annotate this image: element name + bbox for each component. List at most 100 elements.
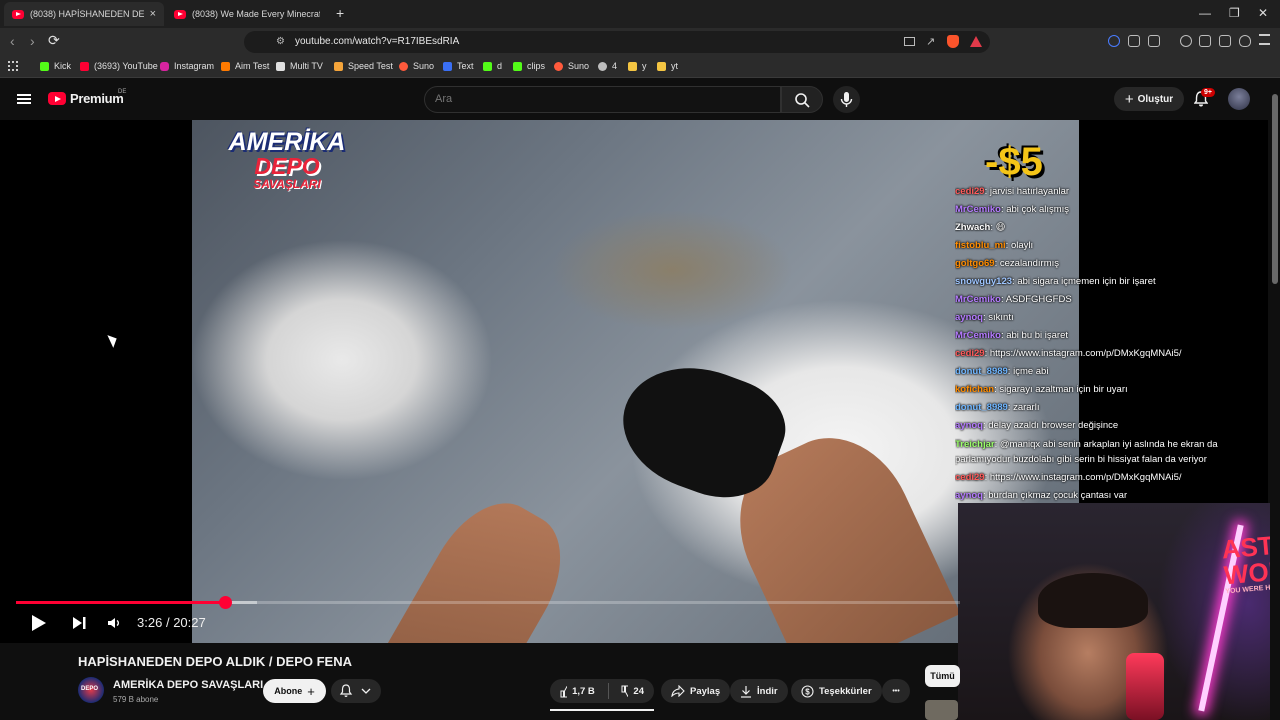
search-box[interactable] — [424, 86, 781, 113]
chat-text: içme abi — [1013, 366, 1049, 377]
chat-text: cezalandırmış — [999, 258, 1060, 269]
chat-username: MrCemiko — [955, 294, 1001, 305]
thumbs-down-icon[interactable] — [621, 685, 629, 698]
bookmark-item[interactable]: Multi TV — [276, 61, 323, 71]
extension-icon[interactable] — [1148, 35, 1160, 47]
close-window-button[interactable]: ✕ — [1258, 6, 1268, 20]
next-button[interactable] — [72, 616, 88, 630]
site-info-icon[interactable]: ⚙ — [276, 36, 285, 47]
bookmark-item[interactable]: Suno — [554, 61, 589, 71]
chat-message: kofichan: sigarayı azaltman için bir uya… — [955, 381, 1255, 399]
channel-name[interactable]: AMERİKA DEPO SAVAŞLARI — [113, 679, 263, 691]
chat-username: Zhwach — [955, 222, 991, 233]
bookmark-item[interactable]: Text — [443, 61, 474, 71]
more-actions-button[interactable]: ••• — [882, 679, 910, 703]
search-input[interactable] — [435, 93, 755, 105]
chat-username: Treichjar — [955, 439, 995, 450]
play-button[interactable] — [31, 614, 47, 632]
bookmark-item[interactable]: Suno — [399, 61, 434, 71]
share-icon[interactable]: ↗ — [926, 35, 935, 48]
page-scrollbar[interactable] — [1270, 82, 1280, 720]
bookmark-folder[interactable]: y — [628, 61, 647, 71]
account-avatar[interactable] — [1228, 88, 1250, 110]
svg-text:$: $ — [805, 687, 810, 696]
bookmark-item[interactable]: Speed Test — [334, 61, 393, 71]
guide-menu-icon[interactable] — [17, 94, 31, 104]
bookmark-label: Speed Test — [348, 61, 393, 71]
notification-preference-button[interactable] — [331, 679, 381, 703]
apps-grid-icon[interactable] — [8, 61, 18, 71]
chat-text: https://www.instagram.com/p/DMxKgqMNAi5/ — [989, 348, 1182, 359]
channel-avatar[interactable]: DEPO — [78, 677, 104, 703]
new-tab-button[interactable]: + — [336, 5, 344, 21]
scrubber-handle[interactable] — [218, 596, 232, 609]
subscribe-button[interactable]: Abone + — [263, 679, 326, 703]
suno-icon — [554, 61, 563, 71]
like-count[interactable]: 1,7 B — [572, 686, 595, 697]
subscribe-label: Abone — [274, 686, 303, 696]
bookmark-folder[interactable]: yt — [657, 61, 678, 71]
bookmark-item[interactable]: (3693) YouTube — [80, 61, 158, 71]
chat-text: abi çok alışmış — [1006, 204, 1070, 215]
current-time: 3:26 — [137, 615, 163, 630]
address-bar[interactable]: ⚙ youtube.com/watch?v=R17IBEsdRIA ↗ — [244, 31, 990, 53]
sidebar-icon[interactable] — [1199, 35, 1211, 47]
bookmark-item[interactable]: Aim Test — [221, 61, 269, 71]
chat-message: aynoq: sıkıntı — [955, 309, 1255, 327]
tab-close-icon[interactable]: × — [150, 8, 156, 20]
restore-button[interactable]: ❐ — [1229, 6, 1240, 20]
chat-message: donut_8989: içme abi — [955, 363, 1255, 381]
dislike-count: 24 — [633, 685, 644, 697]
menu-icon[interactable] — [1259, 34, 1270, 45]
chat-message: goltgo69: cezalandırmış — [955, 255, 1255, 273]
chat-text: zararlı — [1013, 402, 1040, 413]
bookmark-label: Kick — [54, 61, 72, 71]
recommended-thumbnail[interactable] — [925, 700, 958, 720]
brave-shields-icon[interactable] — [947, 35, 959, 48]
streamer-hair — [1038, 573, 1148, 628]
youtube-logo-icon[interactable] — [48, 92, 66, 105]
reload-icon[interactable]: ⟳ — [48, 32, 60, 49]
cast-icon[interactable] — [904, 37, 915, 46]
chat-username: donut_8989 — [955, 366, 1008, 377]
scrollbar-thumb[interactable] — [1272, 94, 1278, 284]
url-text: youtube.com/watch?v=R17IBEsdRIA — [295, 36, 460, 47]
extensions-icon[interactable] — [1128, 35, 1140, 47]
video-frame[interactable]: AMERİKA DEPO SAVAŞLARI — [192, 120, 1079, 643]
bookmark-item[interactable]: 4 — [598, 61, 617, 71]
thanks-button[interactable]: $ Teşekkürler — [791, 679, 882, 703]
chat-username: cedi29 — [955, 186, 985, 197]
tab-title: (8038) HAPİSHANEDEN DEPO AL — [30, 9, 144, 19]
forward-icon[interactable]: › — [30, 33, 35, 49]
kick-icon — [40, 61, 49, 71]
aim-test-icon — [221, 61, 230, 71]
audio-icon[interactable] — [1108, 35, 1120, 47]
logo-text[interactable]: Premium — [70, 91, 124, 106]
share-button[interactable]: Paylaş — [661, 679, 731, 703]
search-button[interactable] — [781, 86, 823, 113]
bookmark-item[interactable]: clips — [513, 61, 545, 71]
bookmarks-bar: Kick (3693) YouTube Instagram Aim Test M… — [0, 56, 1280, 78]
browser-tab[interactable]: (8038) We Made Every Minecraft Sw — [166, 2, 328, 26]
music-icon[interactable] — [1180, 35, 1192, 47]
mute-button[interactable] — [107, 617, 121, 629]
bookmark-item[interactable]: d — [483, 61, 502, 71]
browser-tab-active[interactable]: (8038) HAPİSHANEDEN DEPO AL × — [4, 2, 164, 26]
create-button[interactable]: + Oluştur — [1114, 87, 1184, 111]
bell-icon — [339, 684, 371, 697]
bookmark-item[interactable]: Instagram — [160, 61, 214, 71]
thanks-label: Teşekkürler — [819, 685, 872, 697]
chat-message: MrCemiko: ASDFGHGFDS — [955, 291, 1255, 309]
vpn-icon[interactable] — [1239, 35, 1251, 47]
voice-search-button[interactable] — [833, 86, 860, 113]
brave-rewards-icon[interactable] — [970, 36, 982, 47]
download-button[interactable]: İndir — [730, 679, 788, 703]
bookmark-item[interactable]: Kick — [40, 61, 71, 71]
filter-chip-all[interactable]: Tümü — [925, 665, 960, 687]
bookmark-label: Suno — [413, 61, 435, 71]
back-icon[interactable]: ‹ — [10, 33, 15, 49]
volume-icon — [108, 618, 119, 628]
minimize-button[interactable]: — — [1199, 6, 1211, 20]
wallet-icon[interactable] — [1219, 35, 1231, 47]
thumbs-up-icon[interactable] — [560, 685, 568, 698]
